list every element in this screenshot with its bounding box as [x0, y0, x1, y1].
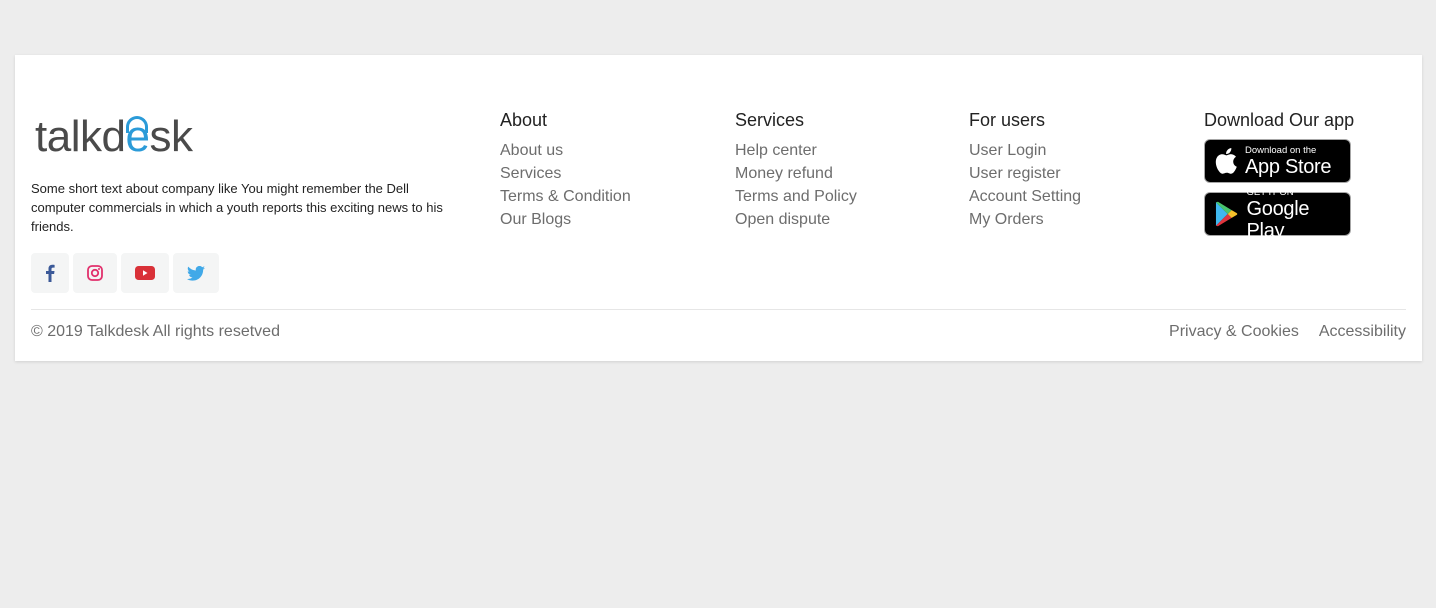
facebook-icon — [46, 264, 55, 282]
link-accessibility[interactable]: Accessibility — [1319, 322, 1406, 342]
footer-column-download-app: Download Our app Download on the App Sto… — [1204, 109, 1355, 242]
link-about-us[interactable]: About us — [500, 142, 563, 159]
google-play-big-text: Google Play — [1246, 197, 1310, 242]
brand-logo[interactable]: talkd e sk — [35, 112, 193, 161]
facebook-button[interactable] — [31, 253, 69, 293]
link-account-setting[interactable]: Account Setting — [969, 188, 1081, 205]
link-user-login[interactable]: User Login — [969, 142, 1046, 159]
social-links — [31, 253, 219, 293]
footer: talkd e sk Some short text about company l… — [15, 55, 1422, 361]
app-store-badge[interactable]: Download on the App Store — [1204, 139, 1351, 183]
google-play-text: GET IT ON Google Play — [1247, 187, 1350, 242]
instagram-button[interactable] — [73, 253, 117, 293]
apple-icon — [1215, 148, 1237, 174]
column-title: For users — [969, 110, 1046, 130]
footer-column-services: Services Help center Money refund Terms … — [735, 109, 857, 231]
youtube-icon — [135, 266, 155, 280]
app-store-big-text: App Store — [1245, 155, 1332, 178]
logo-suffix: sk — [149, 112, 193, 161]
youtube-button[interactable] — [121, 253, 169, 293]
link-money-refund[interactable]: Money refund — [735, 165, 833, 182]
logo-text: talkd e sk — [35, 112, 193, 161]
company-description: Some short text about company like You m… — [31, 181, 443, 234]
column-title: Services — [735, 110, 805, 130]
logo-prefix: talkd — [35, 112, 126, 161]
link-my-orders[interactable]: My Orders — [969, 211, 1044, 228]
twitter-button[interactable] — [173, 253, 219, 293]
link-help-center[interactable]: Help center — [735, 142, 817, 159]
link-our-blogs[interactable]: Our Blogs — [500, 211, 571, 228]
app-store-small-text: Download on the — [1245, 144, 1317, 156]
google-play-small-text: GET IT ON — [1246, 186, 1294, 198]
google-play-icon — [1215, 201, 1238, 227]
footer-column-about: About About us Services Terms & Conditio… — [500, 109, 631, 231]
instagram-icon — [87, 265, 103, 281]
copyright-text: © 2019 Talkdesk All rights resetved — [31, 323, 280, 340]
link-privacy-cookies[interactable]: Privacy & Cookies — [1169, 322, 1299, 342]
link-user-register[interactable]: User register — [969, 165, 1061, 182]
twitter-icon — [187, 265, 205, 281]
app-store-text: Download on the App Store — [1245, 144, 1332, 178]
footer-divider — [31, 309, 1406, 310]
footer-column-for-users: For users User Login User register Accou… — [969, 109, 1081, 231]
link-services[interactable]: Services — [500, 165, 561, 182]
logo-accent: e — [125, 112, 150, 161]
column-title: Download Our app — [1204, 110, 1355, 130]
column-title: About — [500, 110, 548, 130]
legal-links: Privacy & Cookies Accessibility — [1169, 322, 1406, 342]
link-terms-condition[interactable]: Terms & Condition — [500, 188, 631, 205]
google-play-badge[interactable]: GET IT ON Google Play — [1204, 187, 1351, 242]
link-open-dispute[interactable]: Open dispute — [735, 211, 830, 228]
link-terms-policy[interactable]: Terms and Policy — [735, 188, 857, 205]
